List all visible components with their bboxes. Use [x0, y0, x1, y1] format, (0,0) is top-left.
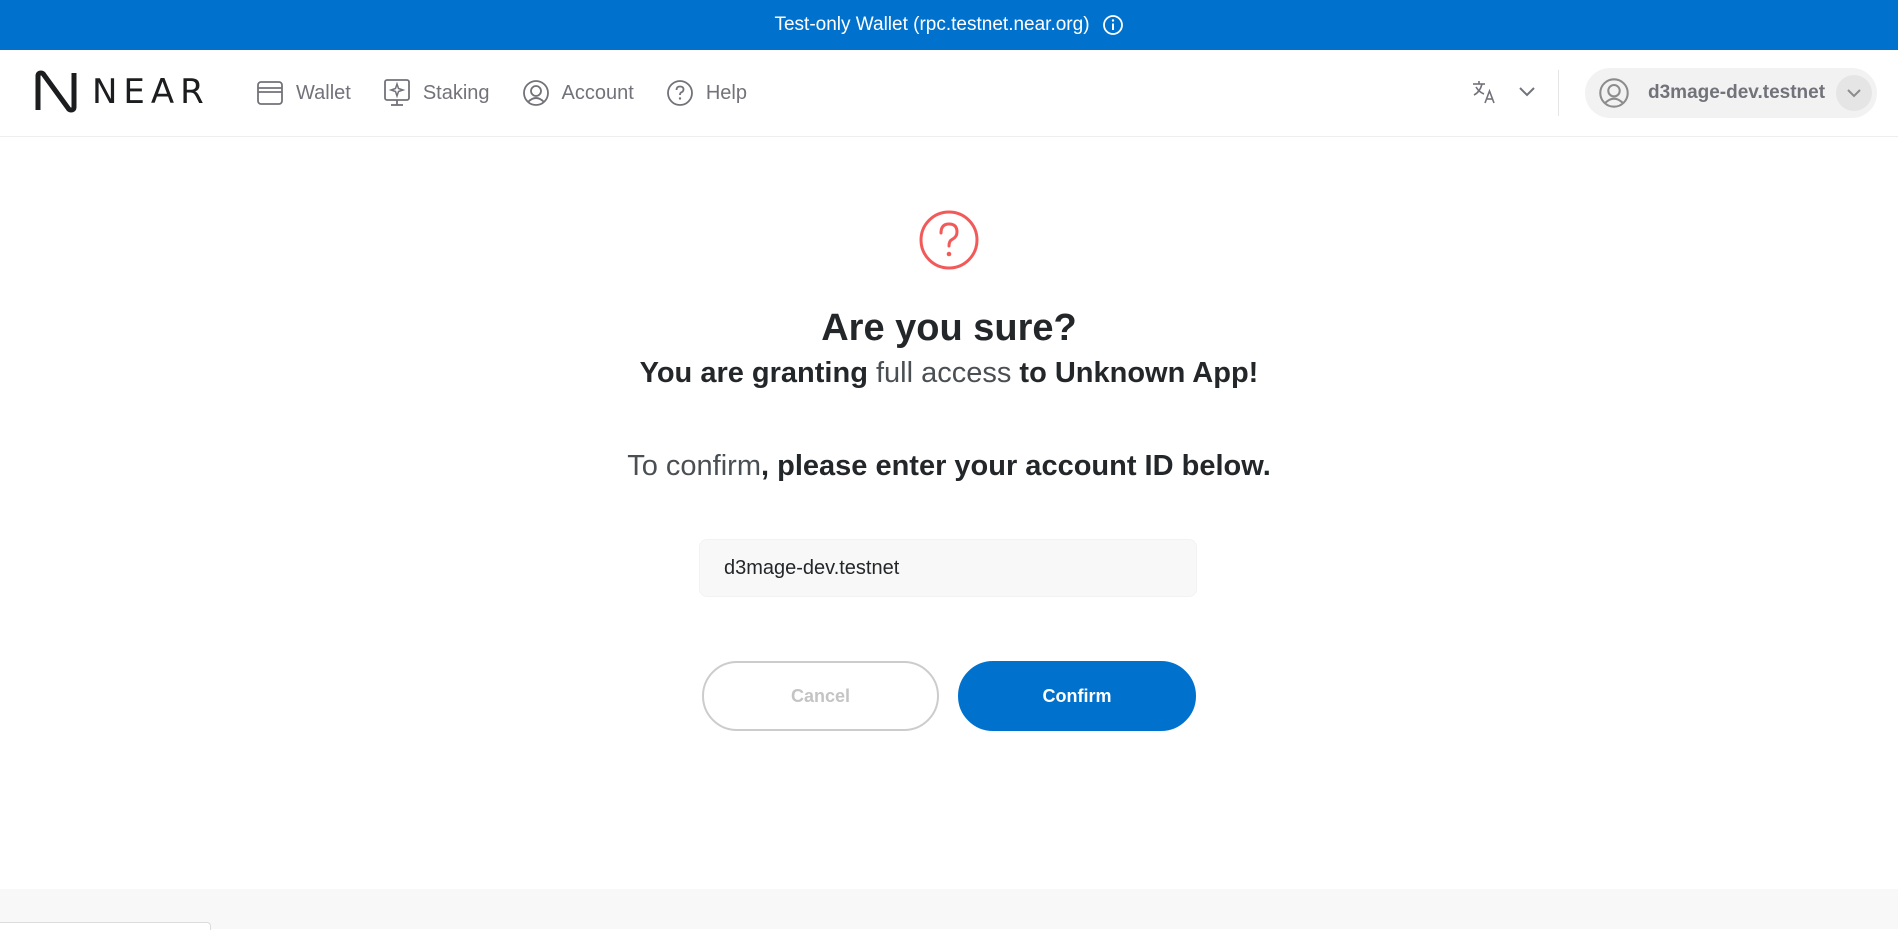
chevron-down-icon: [1847, 89, 1861, 98]
confirm-instruction: To confirm, please enter your account ID…: [0, 450, 1898, 483]
nav-help[interactable]: Help: [666, 79, 747, 107]
chevron-down-icon: [1519, 87, 1535, 97]
account-id-input[interactable]: [699, 539, 1197, 597]
warning-subtitle: You are granting full access to Unknown …: [0, 357, 1898, 390]
nav-wallet[interactable]: Wallet: [256, 79, 351, 107]
nav-staking-label: Staking: [422, 81, 490, 104]
account-name: d3mage-dev.testnet: [1648, 82, 1826, 103]
cancel-button[interactable]: Cancel: [702, 661, 939, 731]
footer-band: [0, 889, 1898, 929]
confirm-highlight: To confirm: [627, 450, 761, 482]
info-icon[interactable]: [1102, 14, 1124, 36]
staking-icon: [383, 79, 410, 106]
user-avatar-icon: [1599, 78, 1629, 108]
subtitle-highlight: full access: [875, 357, 1012, 389]
translate-icon: [1473, 81, 1495, 104]
subtitle-post: to Unknown App!: [1011, 357, 1259, 389]
testnet-banner: Test-only Wallet (rpc.testnet.near.org): [0, 0, 1898, 50]
header-divider: [1558, 70, 1559, 116]
confirm-full-access-panel: Are you sure? You are granting full acce…: [0, 137, 1898, 889]
nav-staking[interactable]: Staking: [383, 78, 490, 108]
account-menu-button[interactable]: d3mage-dev.testnet: [1585, 68, 1877, 118]
avatar: [1598, 77, 1630, 109]
language-selector[interactable]: [1470, 78, 1536, 106]
logo-text: NEAR: [92, 72, 210, 112]
confirm-button[interactable]: Confirm: [958, 661, 1196, 731]
top-navbar: NEAR Wallet Staking Account Help d3mage-…: [0, 50, 1898, 137]
nav-wallet-label: Wallet: [296, 81, 351, 104]
help-icon: [666, 80, 693, 106]
nav-account[interactable]: Account: [522, 79, 634, 107]
nav-account-label: Account: [561, 81, 634, 104]
subtitle-pre: You are granting: [639, 357, 876, 389]
wallet-icon: [257, 81, 283, 105]
question-circle-icon: [918, 209, 980, 276]
account-dropdown-toggle[interactable]: [1836, 75, 1872, 111]
page-title: Are you sure?: [821, 307, 1077, 349]
confirm-rest: , please enter your account ID below.: [760, 450, 1271, 482]
banner-text: Test-only Wallet (rpc.testnet.near.org): [774, 14, 1090, 35]
nav-help-label: Help: [705, 81, 747, 104]
main-nav: Wallet Staking Account Help: [256, 50, 779, 136]
near-logo[interactable]: NEAR: [34, 70, 210, 114]
account-icon: [522, 80, 549, 106]
near-logo-icon: [35, 70, 77, 113]
